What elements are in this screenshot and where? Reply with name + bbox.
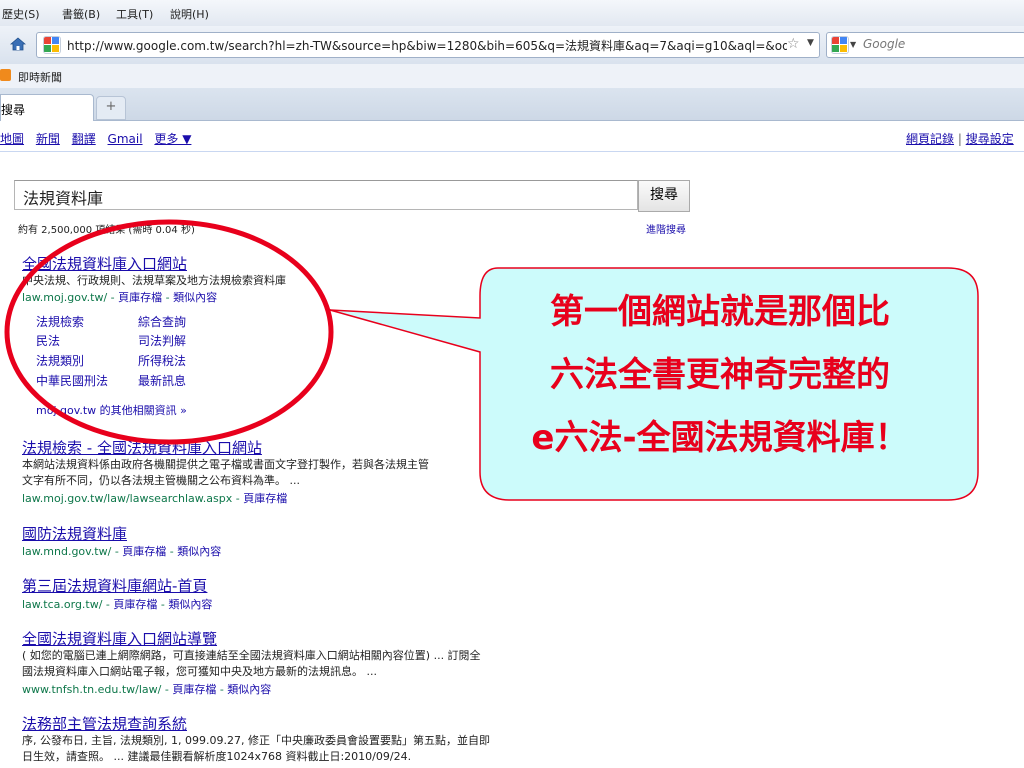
highlight-ellipse bbox=[4, 219, 334, 445]
callout-line-1: 第一個網站就是那個比 bbox=[550, 292, 890, 332]
callout-line-3: e六法-全國法規資料庫！ bbox=[531, 418, 909, 458]
callout-line-2: 六法全書更神奇完整的 bbox=[550, 355, 890, 395]
